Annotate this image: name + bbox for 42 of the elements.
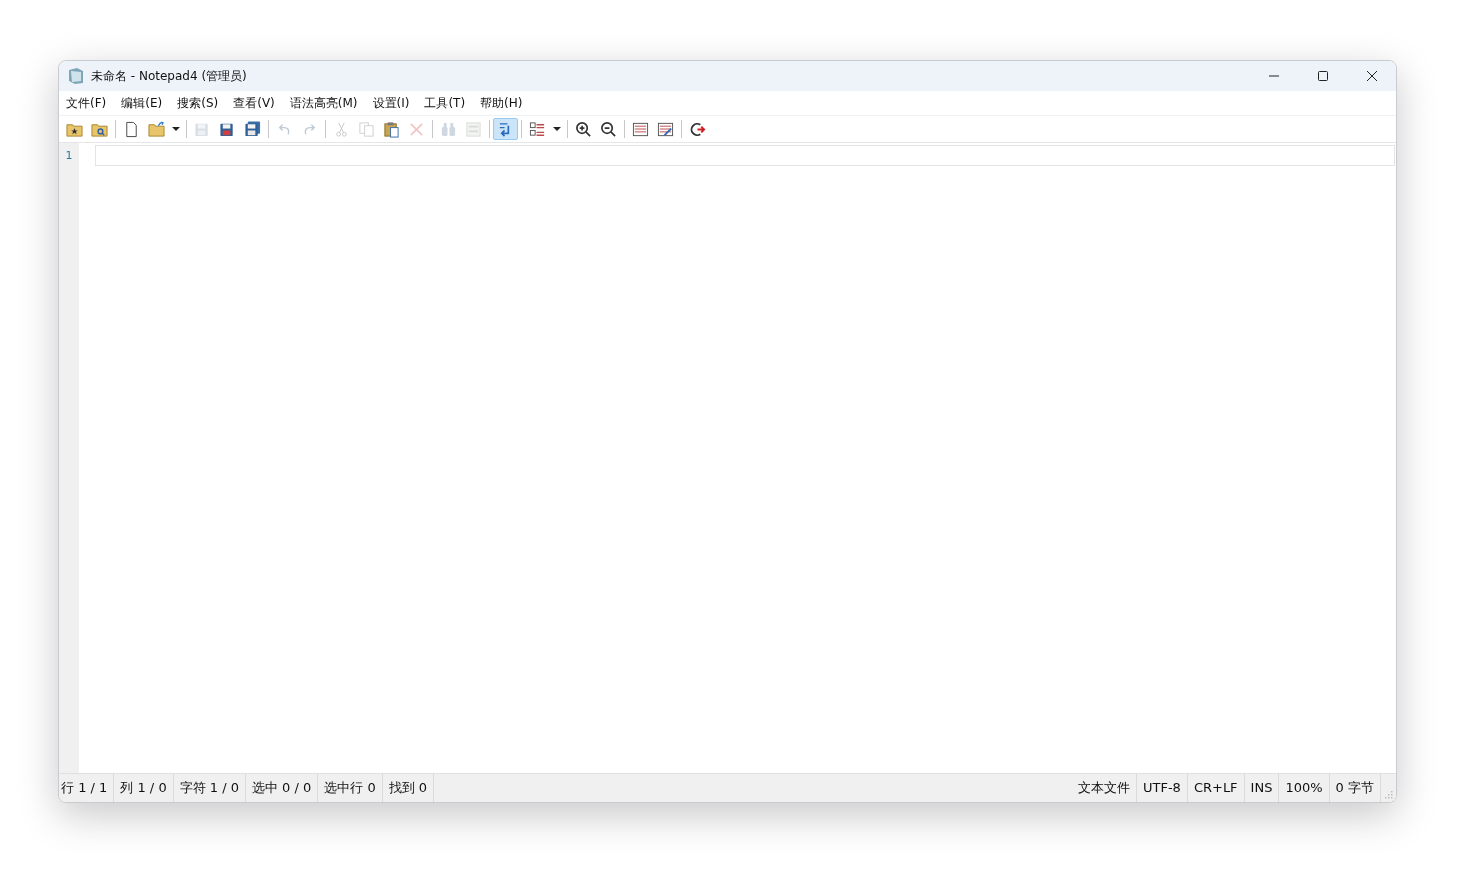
app-icon bbox=[67, 67, 85, 85]
status-field: 100% bbox=[1283, 774, 1330, 802]
maximize-icon bbox=[1316, 70, 1329, 82]
menu-item[interactable]: 搜索(S) bbox=[177, 94, 219, 112]
status-field: 列 1 / 0 bbox=[118, 774, 174, 802]
status-field: 行 1 / 1 bbox=[59, 774, 115, 802]
status-field: 文本文件 bbox=[1075, 774, 1137, 802]
open-folder-icon bbox=[148, 120, 165, 138]
exit-icon bbox=[689, 120, 706, 138]
menu-item[interactable]: 编辑(E) bbox=[121, 94, 163, 112]
lines-icon bbox=[632, 120, 649, 138]
caret-icon bbox=[172, 127, 180, 131]
status-field: INS bbox=[1248, 774, 1280, 802]
status-field: CR+LF bbox=[1191, 774, 1245, 802]
menu-item[interactable]: 文件(F) bbox=[66, 94, 107, 112]
line-number: 1 bbox=[65, 149, 73, 163]
menu-item[interactable]: 查看(V) bbox=[233, 94, 275, 112]
blank-page-icon bbox=[123, 120, 140, 138]
scheme-list-icon bbox=[529, 120, 546, 138]
status-field: 字符 1 / 0 bbox=[177, 774, 246, 802]
window-title: 未命名 - Notepad4 (管理员) bbox=[91, 67, 247, 85]
stacked-floppy-icon bbox=[244, 120, 261, 138]
resize-grip-icon bbox=[1385, 791, 1393, 799]
menu-item[interactable]: 设置(I) bbox=[372, 94, 410, 112]
status-field: 找到 0 bbox=[386, 774, 435, 802]
menu-item[interactable]: 工具(T) bbox=[424, 94, 466, 112]
zoom-out-icon bbox=[600, 120, 617, 138]
status-field: 选中 0 / 0 bbox=[250, 774, 319, 802]
clipboard-icon bbox=[383, 120, 400, 138]
copy-icon bbox=[358, 120, 375, 138]
caret-icon bbox=[553, 127, 561, 131]
status-field: UTF-8 bbox=[1140, 774, 1188, 802]
menu-item[interactable]: 帮助(H) bbox=[480, 94, 523, 112]
close-icon bbox=[1365, 70, 1378, 82]
delete-icon bbox=[408, 120, 425, 138]
zoom-in-icon bbox=[575, 120, 592, 138]
status-field: 选中行 0 bbox=[322, 774, 383, 802]
scissors-icon bbox=[333, 120, 350, 138]
status-field: 0 字节 bbox=[1333, 774, 1381, 802]
menu-item[interactable]: 语法高亮(M) bbox=[289, 94, 358, 112]
binoculars-icon bbox=[440, 120, 457, 138]
edit-window-icon bbox=[657, 120, 674, 138]
